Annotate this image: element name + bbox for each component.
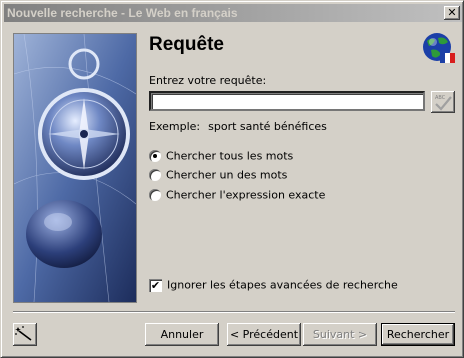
spellcheck-icon: ABC [435, 95, 452, 111]
globe-flag-icon [421, 32, 455, 66]
query-example: Exemple: sport santé bénéfices [149, 120, 327, 133]
option-exact-phrase-label: Chercher l'expression exacte [166, 188, 326, 202]
next-button[interactable]: Suivant > [303, 323, 377, 346]
example-value: sport santé bénéfices [208, 120, 327, 133]
skip-advanced-checkbox[interactable]: ✔ [149, 278, 162, 292]
compass-map-illustration [13, 33, 137, 303]
wizard-button[interactable] [13, 323, 37, 346]
radio-any-word[interactable] [149, 169, 161, 181]
radio-exact-phrase[interactable] [149, 189, 161, 201]
compass-illustration [14, 34, 136, 302]
search-button[interactable]: Rechercher [381, 323, 455, 346]
skip-advanced-label: Ignorer les étapes avancées de recherche [167, 278, 398, 292]
query-label: Entrez votre requête: [149, 74, 267, 87]
skip-advanced-option[interactable]: ✔ Ignorer les étapes avancées de recherch… [149, 278, 398, 292]
option-exact-phrase[interactable]: Chercher l'expression exacte [149, 188, 325, 202]
option-all-words[interactable]: Chercher tous les mots [149, 149, 293, 163]
footer-divider [13, 311, 455, 313]
cancel-button[interactable]: Annuler [145, 323, 219, 346]
spellcheck-button[interactable]: ABC [431, 91, 455, 113]
radio-all-words[interactable] [149, 150, 161, 162]
magic-wand-icon [15, 326, 32, 341]
checkmark-icon: ✔ [150, 278, 161, 292]
close-button[interactable]: ✕ [444, 6, 460, 20]
svg-text:ABC: ABC [435, 95, 446, 101]
option-all-words-label: Chercher tous les mots [166, 149, 294, 163]
page-title: Requête [149, 34, 224, 55]
option-any-word[interactable]: Chercher un des mots [149, 168, 287, 182]
close-icon: ✕ [447, 6, 457, 19]
query-input[interactable] [149, 91, 425, 111]
previous-button[interactable]: < Précédent [227, 323, 301, 346]
search-dialog: Nouvelle recherche - Le Web en français … [0, 0, 464, 358]
title-bar[interactable]: Nouvelle recherche - Le Web en français … [4, 4, 462, 22]
window-title: Nouvelle recherche - Le Web en français [7, 6, 238, 20]
example-label: Exemple: [149, 120, 201, 133]
option-any-word-label: Chercher un des mots [166, 168, 288, 182]
